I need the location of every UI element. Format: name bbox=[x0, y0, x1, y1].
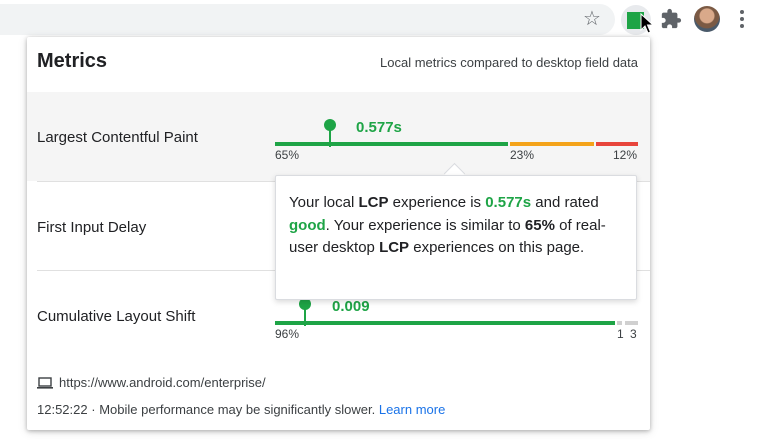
laptop-icon bbox=[37, 377, 53, 389]
good-percent: 65% bbox=[275, 148, 300, 162]
poor-segment bbox=[596, 142, 638, 146]
puzzle-icon[interactable] bbox=[660, 8, 682, 30]
learn-more-link[interactable]: Learn more bbox=[379, 402, 445, 417]
metric-label: Cumulative Layout Shift bbox=[37, 308, 196, 325]
marker-stem bbox=[304, 308, 306, 326]
metric-value: 0.577s bbox=[356, 119, 402, 136]
good-segment bbox=[275, 321, 615, 325]
star-outline-icon[interactable]: ☆ bbox=[579, 5, 605, 33]
good-segment bbox=[275, 142, 508, 146]
needs-improvement-segment bbox=[510, 142, 594, 146]
popup-subtitle: Local metrics compared to desktop field … bbox=[380, 55, 638, 70]
metrics-popup: Metrics Local metrics compared to deskto… bbox=[27, 37, 650, 430]
metric-label: First Input Delay bbox=[37, 219, 147, 236]
metric-label: Largest Contentful Paint bbox=[37, 129, 198, 146]
profile-avatar[interactable] bbox=[694, 6, 720, 32]
ni-percent: 23% bbox=[510, 148, 535, 162]
address-bar[interactable] bbox=[0, 4, 615, 35]
lcp-tooltip: Your local LCP experience is 0.577s and … bbox=[275, 175, 637, 300]
marker-dot bbox=[324, 119, 336, 131]
tooltip-text: Your local LCP experience is 0.577s and … bbox=[289, 194, 606, 256]
poor-percent: 3 bbox=[630, 327, 637, 341]
ni-percent: 1 bbox=[617, 327, 624, 341]
page-url: https://www.android.com/enterprise/ bbox=[37, 375, 266, 390]
performance-note: Mobile performance may be significantly … bbox=[99, 402, 376, 417]
footer: 12:52:22 · Mobile performance may be sig… bbox=[37, 402, 445, 417]
good-percent: 96% bbox=[275, 327, 300, 341]
separator: · bbox=[91, 402, 96, 417]
metric-value: 0.009 bbox=[332, 298, 370, 315]
popup-title: Metrics bbox=[37, 50, 108, 72]
poor-segment bbox=[625, 321, 638, 325]
timestamp: 12:52:22 bbox=[37, 402, 88, 417]
poor-percent: 12% bbox=[613, 148, 638, 162]
url-text: https://www.android.com/enterprise/ bbox=[59, 375, 266, 390]
metric-row-lcp[interactable]: Largest Contentful Paint 0.577s 65% 23% … bbox=[27, 92, 650, 181]
needs-improvement-segment bbox=[617, 321, 622, 325]
browser-toolbar: ☆ bbox=[0, 0, 760, 40]
kebab-menu-icon[interactable] bbox=[734, 8, 750, 32]
marker-stem bbox=[329, 129, 331, 147]
mouse-cursor-icon bbox=[640, 13, 654, 34]
